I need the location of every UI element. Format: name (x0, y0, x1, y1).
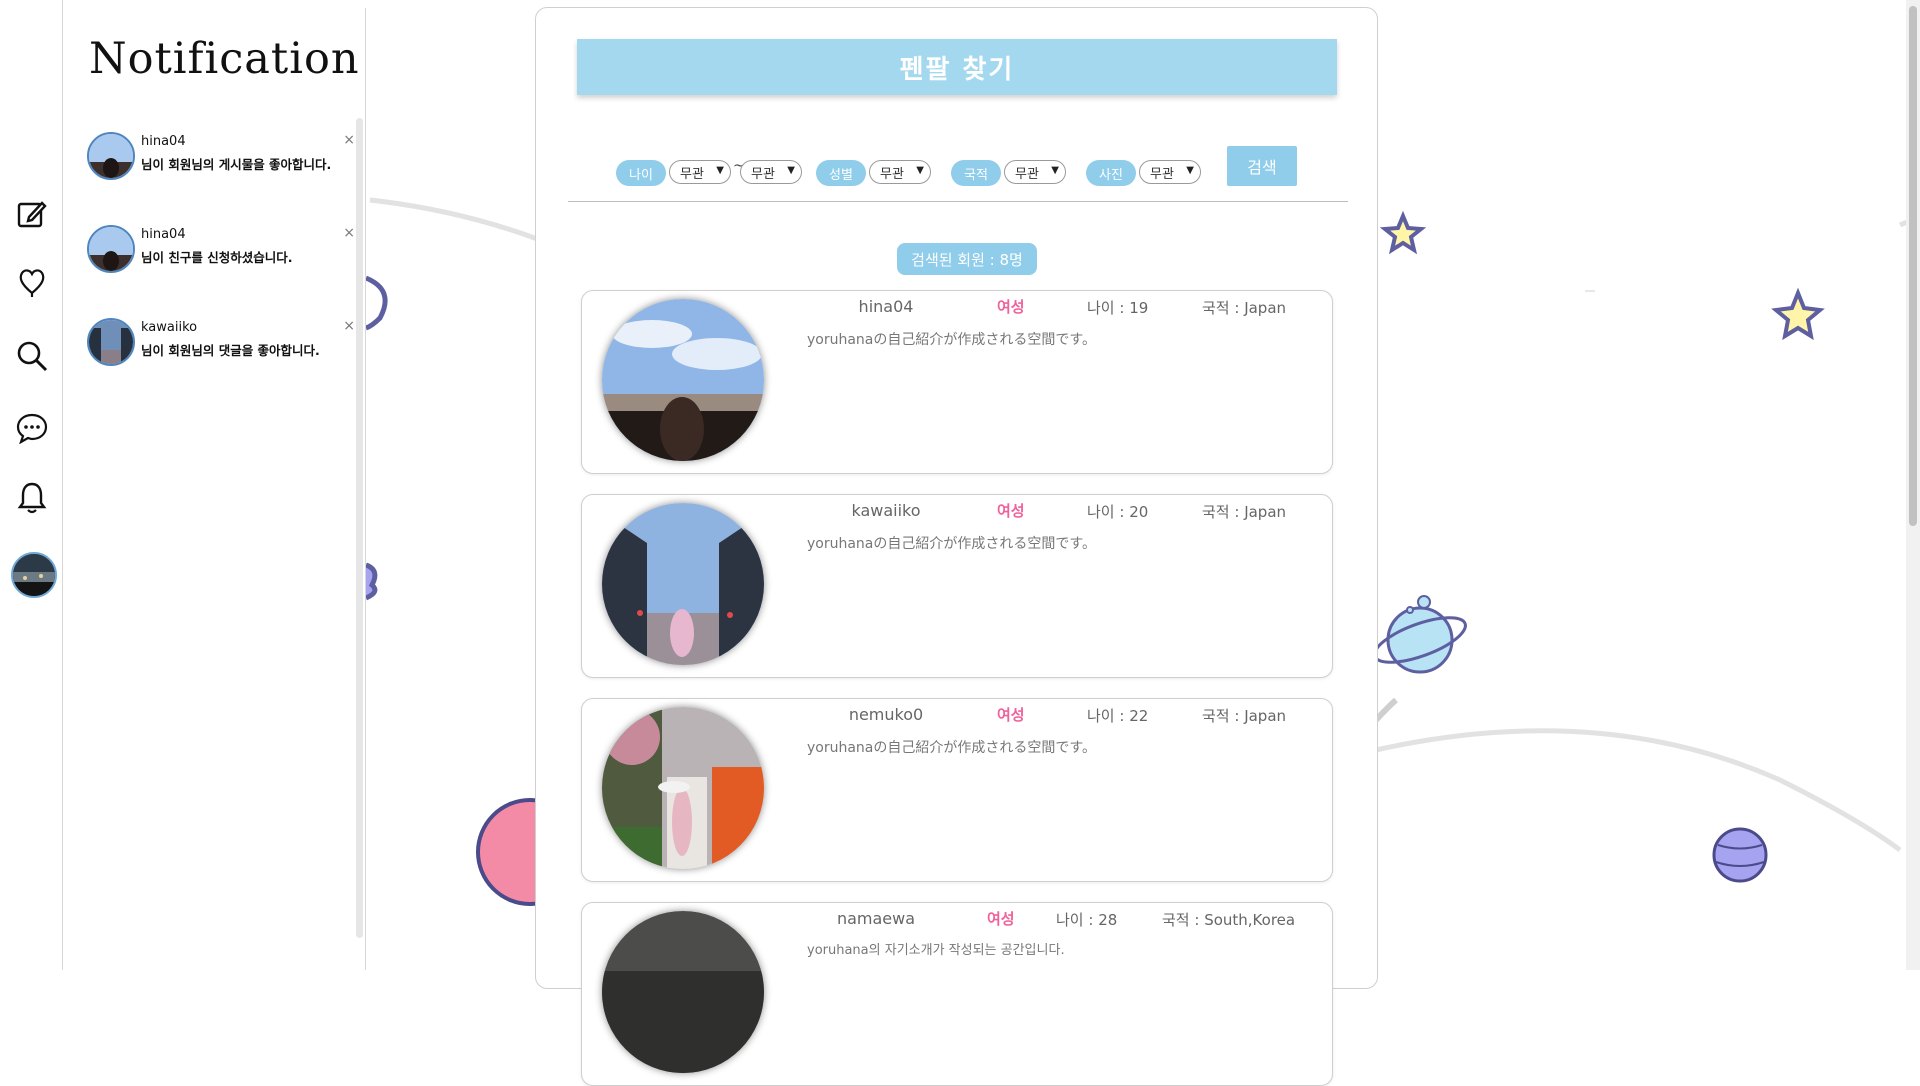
close-icon[interactable]: × (343, 318, 355, 334)
member-gender: 여성 (997, 706, 1025, 724)
notification-message: 님이 회원님의 게시물을 좋아합니다. (141, 157, 332, 172)
chevron-down-icon: ▼ (916, 165, 924, 176)
chevron-down-icon: ▼ (1051, 165, 1059, 176)
member-nationality: 국적 : Japan (1202, 503, 1287, 521)
member-card[interactable]: hina04 여성 나이 : 19 국적 : Japan yoruhanaの自己… (581, 290, 1333, 474)
divider (568, 201, 1348, 202)
member-card[interactable]: nemuko0 여성 나이 : 22 국적 : Japan yoruhanaの自… (581, 698, 1333, 882)
member-age: 나이 : 20 (1087, 503, 1149, 521)
penpal-search-card: 펜팔 찾기 나이 무관 ▼ ~ 무관 ▼ 성별 무관 ▼ 국적 무관 ▼ 사진 무관 ▼ … (535, 7, 1378, 1086)
scrollbar-thumb[interactable] (1909, 6, 1917, 526)
age-to-value: 무관 (751, 166, 775, 182)
member-gender: 여성 (997, 298, 1025, 316)
notification-message: 님이 친구를 신청하셨습니다. (141, 250, 293, 265)
member-gender: 여성 (997, 502, 1025, 520)
member-photo (602, 299, 764, 461)
member-age: 나이 : 28 (1056, 911, 1118, 929)
notification-title: Notification (89, 34, 360, 84)
gender-value: 무관 (880, 166, 904, 182)
notification-message: 님이 회원님의 댓글을 좋아합니다. (141, 343, 320, 358)
notification-user: hina04 (141, 227, 186, 242)
member-intro: yoruhanaの自己紹介が作成される空間です。 (807, 536, 1096, 552)
edit-icon[interactable] (14, 196, 50, 232)
member-nationality: 국적 : South,Korea (1162, 911, 1296, 929)
notification-scrollbar[interactable] (356, 118, 363, 938)
member-name: namaewa (836, 909, 916, 928)
bell-icon[interactable] (14, 480, 50, 516)
member-name: hina04 (858, 297, 914, 316)
member-card[interactable]: kawaiiko 여성 나이 : 20 국적 : Japan yoruhanaの… (581, 494, 1333, 678)
member-photo (602, 503, 764, 665)
notification-avatar (87, 225, 135, 273)
chat-icon[interactable] (14, 410, 50, 446)
star-icon (1379, 210, 1427, 255)
result-count: 검색된 회원 : 8명 (897, 243, 1037, 275)
gender-select[interactable]: 무관 ▼ (869, 160, 931, 184)
search-filters: 나이 무관 ▼ ~ 무관 ▼ 성별 무관 ▼ 국적 무관 ▼ 사진 무관 ▼ (616, 152, 1316, 192)
page-title: 펜팔 찾기 (577, 39, 1337, 95)
chevron-down-icon: ▼ (787, 165, 795, 176)
close-icon[interactable]: × (343, 225, 355, 241)
chevron-down-icon: ▼ (1186, 165, 1194, 176)
nationality-select[interactable]: 무관 ▼ (1004, 160, 1066, 184)
member-intro: yoruhanaの自己紹介が作成される空間です。 (807, 740, 1096, 756)
member-name: kawaiiko (851, 501, 921, 520)
profile-avatar[interactable] (11, 552, 57, 598)
notification-avatar (87, 318, 135, 366)
nationality-label: 국적 (951, 160, 1001, 186)
photo-label: 사진 (1086, 160, 1136, 186)
photo-value: 무관 (1150, 166, 1174, 182)
notification-avatar (87, 132, 135, 180)
member-age: 나이 : 19 (1087, 299, 1149, 317)
age-from-select[interactable]: 무관 ▼ (669, 160, 731, 184)
notification-item[interactable]: kawaiiko 님이 회원님의 댓글을 좋아합니다. × (87, 318, 355, 370)
age-from-value: 무관 (680, 166, 704, 182)
left-icon-bar (0, 0, 63, 970)
member-nationality: 국적 : Japan (1202, 707, 1287, 725)
member-name: nemuko0 (848, 705, 924, 724)
close-icon[interactable]: × (343, 132, 355, 148)
nationality-value: 무관 (1015, 166, 1039, 182)
age-label: 나이 (616, 160, 666, 186)
member-photo (602, 911, 764, 1073)
heart-icon[interactable] (14, 264, 50, 300)
page-scrollbar[interactable] (1906, 0, 1920, 970)
member-photo (602, 707, 764, 869)
member-nationality: 국적 : Japan (1202, 299, 1287, 317)
star-icon (1771, 287, 1825, 341)
photo-select[interactable]: 무관 ▼ (1139, 160, 1201, 184)
chevron-down-icon: ▼ (716, 165, 724, 176)
search-icon[interactable] (14, 338, 50, 374)
notification-panel: Notification hina04 님이 회원님의 게시물을 좋아합니다. … (63, 8, 366, 970)
notification-item[interactable]: hina04 님이 회원님의 게시물을 좋아합니다. × (87, 132, 355, 184)
member-intro: yoruhanaの自己紹介が作成される空間です。 (807, 332, 1096, 348)
notification-user: hina04 (141, 134, 186, 149)
gender-label: 성별 (816, 160, 866, 186)
search-button[interactable]: 검색 (1227, 146, 1297, 186)
notification-item[interactable]: hina04 님이 친구를 신청하셨습니다. × (87, 225, 355, 277)
member-card[interactable]: namaewa 여성 나이 : 28 국적 : South,Korea yoru… (581, 902, 1333, 1086)
notification-user: kawaiiko (141, 320, 198, 335)
member-gender: 여성 (987, 910, 1015, 928)
age-to-select[interactable]: 무관 ▼ (740, 160, 802, 184)
member-intro: yoruhana의 자기소개가 작성되는 공간입니다. (807, 943, 1065, 958)
member-age: 나이 : 22 (1087, 707, 1149, 725)
